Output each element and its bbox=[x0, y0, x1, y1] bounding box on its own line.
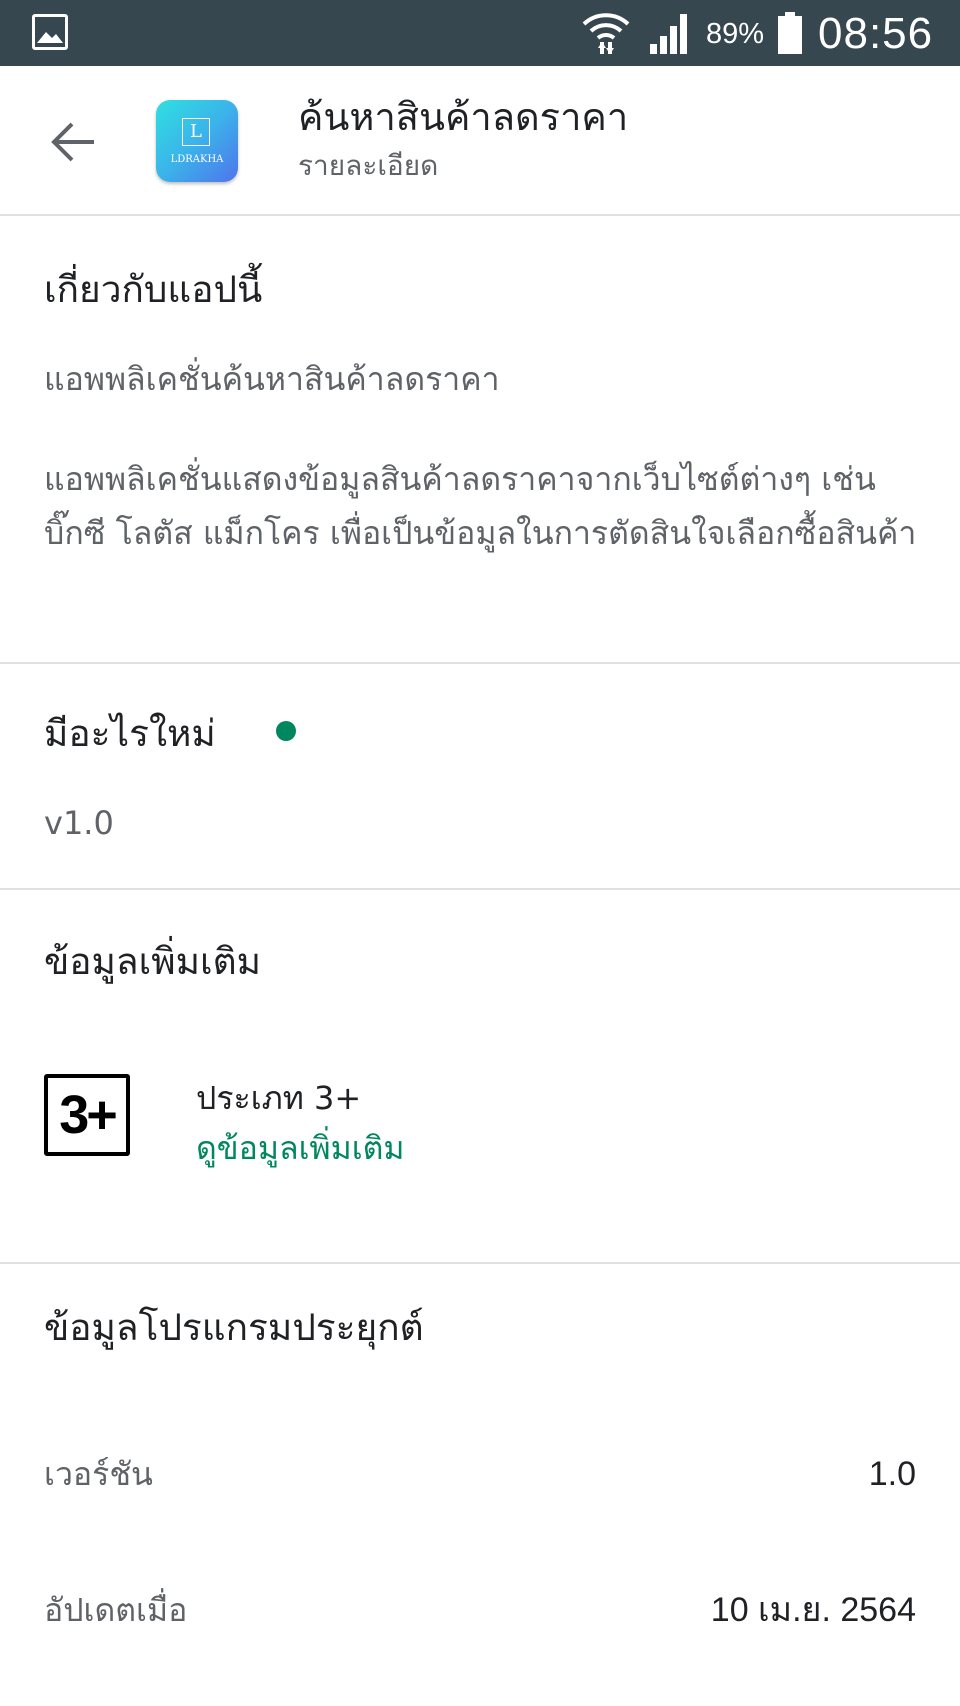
app-icon-name: LDRAKHA bbox=[170, 154, 224, 165]
more-info-heading: ข้อมูลเพิ่มเติม bbox=[44, 940, 262, 983]
arrow-left-icon[interactable] bbox=[44, 112, 104, 172]
app-icon: L LDRAKHA bbox=[156, 100, 238, 182]
app-info-section: ข้อมูลโปรแกรมประยุกต์ เวอร์ชัน 1.0 อัปเด… bbox=[0, 1264, 960, 1706]
whats-new-text: v1.0 bbox=[44, 804, 114, 842]
app-icon-letter: L bbox=[182, 118, 210, 146]
about-heading: เกี่ยวกับแอปนี้ bbox=[44, 268, 263, 311]
version-label: เวอร์ชัน bbox=[44, 1455, 153, 1493]
status-bar: 89% 08:56 bbox=[0, 0, 960, 66]
new-indicator-dot bbox=[276, 721, 296, 741]
signal-icon bbox=[650, 14, 687, 54]
battery-percent: 89% bbox=[706, 18, 765, 50]
updated-value: 10 เม.ย. 2564 bbox=[710, 1591, 916, 1629]
gallery-icon bbox=[32, 14, 68, 50]
updated-label: อัปเดตเมื่อ bbox=[44, 1591, 188, 1629]
updated-row: อัปเดตเมื่อ 10 เม.ย. 2564 bbox=[44, 1586, 916, 1634]
version-value: 1.0 bbox=[868, 1455, 916, 1493]
app-info-heading: ข้อมูลโปรแกรมประยุกต์ bbox=[44, 1306, 424, 1349]
short-description: แอพพลิเคชั่นค้นหาสินค้าลดราคา bbox=[44, 360, 500, 398]
app-header: L LDRAKHA ค้นหาสินค้าลดราคา รายละเอียด bbox=[0, 66, 960, 216]
version-row: เวอร์ชัน 1.0 bbox=[44, 1450, 916, 1498]
about-section: เกี่ยวกับแอปนี้ แอพพลิเคชั่นค้นหาสินค้าล… bbox=[0, 216, 960, 664]
app-title: ค้นหาสินค้าลดราคา bbox=[298, 95, 629, 139]
back-button[interactable] bbox=[44, 112, 104, 172]
battery-icon bbox=[778, 12, 802, 54]
more-info-section: ข้อมูลเพิ่มเติม 3+ ประเภท 3+ ดูข้อมูลเพิ… bbox=[0, 890, 960, 1264]
page-subtitle: รายละเอียด bbox=[298, 149, 439, 182]
whats-new-section: มีอะไรใหม่ v1.0 bbox=[0, 664, 960, 890]
wifi-icon bbox=[582, 13, 630, 54]
clock: 08:56 bbox=[818, 9, 934, 58]
whats-new-heading: มีอะไรใหม่ bbox=[44, 712, 216, 755]
content-rating-label: ประเภท 3+ bbox=[196, 1079, 362, 1117]
rating-more-info-link[interactable]: ดูข้อมูลเพิ่มเติม bbox=[196, 1126, 405, 1170]
content-rating-badge: 3+ bbox=[44, 1074, 130, 1156]
long-description: แอพพลิเคชั่นแสดงข้อมูลสินค้าลดราคาจากเว็… bbox=[44, 460, 917, 552]
